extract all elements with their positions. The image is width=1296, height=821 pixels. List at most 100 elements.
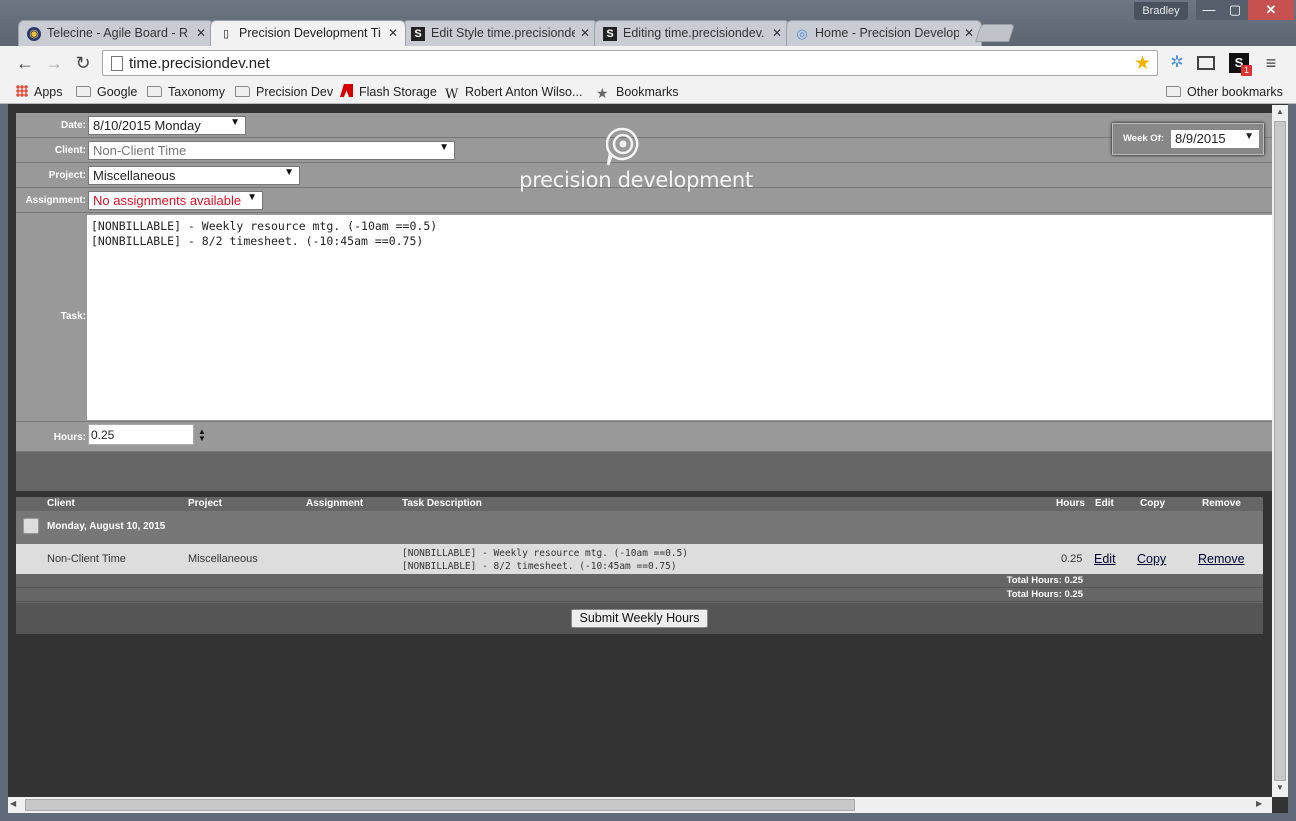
tab-edit-style[interactable]: S Edit Style time.precisionde ✕: [402, 20, 598, 46]
entry-task-description: [NONBILLABLE] - Weekly resource mtg. (-1…: [402, 548, 688, 572]
close-icon[interactable]: ✕: [772, 26, 782, 40]
chevron-down-icon: ▼: [1244, 131, 1254, 142]
logo-wordmark: precision development: [496, 168, 776, 192]
profile-button[interactable]: Bradley: [1134, 2, 1188, 20]
week-of-select[interactable]: 8/9/2015 ▼: [1170, 129, 1260, 149]
bookmark-label: Flash Storage: [359, 85, 437, 99]
back-button[interactable]: ←: [14, 52, 36, 74]
day-select-checkbox[interactable]: [23, 518, 39, 534]
week-total-row: Total Hours: 0.25: [16, 588, 1263, 602]
header-project: Project: [188, 498, 222, 509]
tab-title: Edit Style time.precisionde: [431, 26, 575, 40]
scroll-up-icon[interactable]: ▲: [1272, 107, 1288, 116]
url-text[interactable]: time.precisiondev.net: [129, 55, 270, 72]
scroll-down-icon[interactable]: ▼: [1272, 783, 1288, 792]
star-icon: ★: [596, 85, 609, 101]
bookmark-label: Apps: [34, 85, 63, 99]
header-edit: Edit: [1095, 498, 1114, 509]
page-icon: [111, 56, 123, 71]
stylish-favicon-icon: S: [411, 27, 425, 41]
assignment-select[interactable]: No assignments available ▼: [88, 191, 263, 210]
minimize-button[interactable]: —: [1196, 0, 1222, 20]
extension-globe-icon[interactable]: ✲: [1167, 53, 1187, 73]
task-textarea[interactable]: [NONBILLABLE] - Weekly resource mtg. (-1…: [87, 215, 1282, 420]
address-bar[interactable]: time.precisiondev.net ★: [102, 50, 1158, 76]
bookmark-apps[interactable]: Apps: [16, 83, 63, 101]
bookmark-google[interactable]: Google: [76, 83, 137, 101]
task-row: Task: [NONBILLABLE] - Weekly resource mt…: [16, 213, 1282, 422]
bookmark-flash-storage[interactable]: Flash Storage: [340, 83, 437, 101]
week-of-label: Week Of:: [1123, 133, 1165, 144]
tab-editing-time[interactable]: S Editing time.precisiondev. ✕: [594, 20, 790, 46]
new-tab-button[interactable]: [975, 24, 1015, 42]
precision-development-logo: precision development: [496, 127, 776, 197]
horizontal-scrollbar[interactable]: ◀ ▶: [8, 797, 1272, 813]
screen-capture-icon[interactable]: [1197, 56, 1215, 70]
day-title: Monday, August 10, 2015: [47, 521, 166, 532]
tab-telecine-agile-board[interactable]: ◉ Telecine - Agile Board - R ✕: [18, 20, 214, 46]
horizontal-scroll-thumb[interactable]: [25, 799, 855, 811]
date-label: Date:: [60, 120, 86, 131]
hours-stepper[interactable]: ▲ ▼: [198, 428, 206, 443]
tab-home-precision-development[interactable]: ◎ Home - Precision Develop ✕: [786, 20, 982, 46]
bookmark-label: Google: [97, 85, 138, 99]
bookmark-taxonomy[interactable]: Taxonomy: [147, 83, 225, 101]
time-entry-form: Date: 8/10/2015 Monday ▼ Client: Non-Cli…: [16, 113, 1282, 491]
tab-title: Home - Precision Develop: [815, 26, 959, 40]
entry-client: Non-Client Time: [47, 553, 126, 565]
chevron-down-icon: ▼: [247, 192, 257, 203]
header-task-description: Task Description: [402, 498, 482, 509]
client-value: Non-Client Time: [93, 143, 187, 158]
tab-title: Precision Development Ti: [239, 26, 381, 40]
header-assignment: Assignment: [306, 498, 364, 509]
entry-hours: 0.25: [1061, 553, 1083, 565]
tab-precision-development-time[interactable]: ▯ Precision Development Ti ✕: [210, 20, 406, 46]
remove-link[interactable]: Remove: [1198, 552, 1245, 566]
logo-text-precision: precision: [519, 168, 612, 192]
logo-target-icon: [606, 127, 639, 166]
scroll-right-icon[interactable]: ▶: [1256, 799, 1262, 808]
day-group-row: Monday, August 10, 2015: [16, 511, 1263, 544]
bookmark-robert-anton-wilson[interactable]: W Robert Anton Wilso...: [445, 83, 582, 102]
bookmark-precision-dev[interactable]: Precision Dev: [235, 83, 333, 101]
maximize-button[interactable]: ▢: [1222, 0, 1248, 20]
tab-title: Editing time.precisiondev.: [623, 26, 765, 40]
vertical-scrollbar[interactable]: ▲ ▼: [1272, 105, 1288, 797]
project-select[interactable]: Miscellaneous ▼: [88, 166, 300, 185]
date-select[interactable]: 8/10/2015 Monday ▼: [88, 116, 246, 135]
chevron-down-icon: ▼: [284, 167, 294, 178]
bookmark-star-icon[interactable]: ★: [1134, 52, 1151, 75]
vertical-scroll-thumb[interactable]: [1274, 121, 1286, 781]
bookmark-bookmarks[interactable]: ★ Bookmarks: [596, 83, 679, 101]
entry-project: Miscellaneous: [188, 553, 258, 565]
chrome-menu-icon[interactable]: ≡: [1261, 53, 1281, 73]
jira-favicon-icon: ◉: [27, 27, 41, 41]
edit-link[interactable]: Edit: [1094, 552, 1116, 566]
scroll-left-icon[interactable]: ◀: [10, 799, 16, 808]
week-of-picker: Week Of: 8/9/2015 ▼: [1112, 123, 1264, 155]
close-icon[interactable]: ✕: [388, 26, 398, 40]
forward-button[interactable]: →: [43, 52, 65, 74]
project-label: Project:: [48, 170, 86, 181]
close-icon[interactable]: ✕: [580, 26, 590, 40]
window-frame-bottom: [0, 813, 1296, 821]
adobe-icon: [340, 84, 353, 97]
close-icon[interactable]: ✕: [964, 26, 974, 40]
submit-weekly-hours-button[interactable]: Submit Weekly Hours: [571, 609, 708, 628]
hours-input[interactable]: 0.25: [88, 424, 194, 445]
close-icon[interactable]: ✕: [196, 26, 206, 40]
chevron-down-icon: ▼: [230, 117, 240, 128]
bookmark-other-bookmarks[interactable]: Other bookmarks: [1166, 83, 1283, 101]
header-client: Client: [47, 498, 75, 509]
week-total-hours: Total Hours: 0.25: [1006, 589, 1083, 600]
window-titlebar: Bradley — ▢ ✕ ◉ Telecine - Agile Board -…: [0, 0, 1296, 46]
client-select[interactable]: Non-Client Time ▼: [88, 141, 455, 160]
copy-link[interactable]: Copy: [1137, 552, 1166, 566]
project-value: Miscellaneous: [93, 168, 176, 183]
date-value: 8/10/2015 Monday: [93, 118, 201, 133]
page-favicon-icon: ▯: [222, 28, 230, 40]
bookmark-label: Precision Dev: [256, 85, 334, 99]
close-window-button[interactable]: ✕: [1248, 0, 1294, 20]
weekly-hours-table: Client Project Assignment Task Descripti…: [16, 497, 1263, 634]
reload-button[interactable]: ↻: [72, 52, 94, 74]
